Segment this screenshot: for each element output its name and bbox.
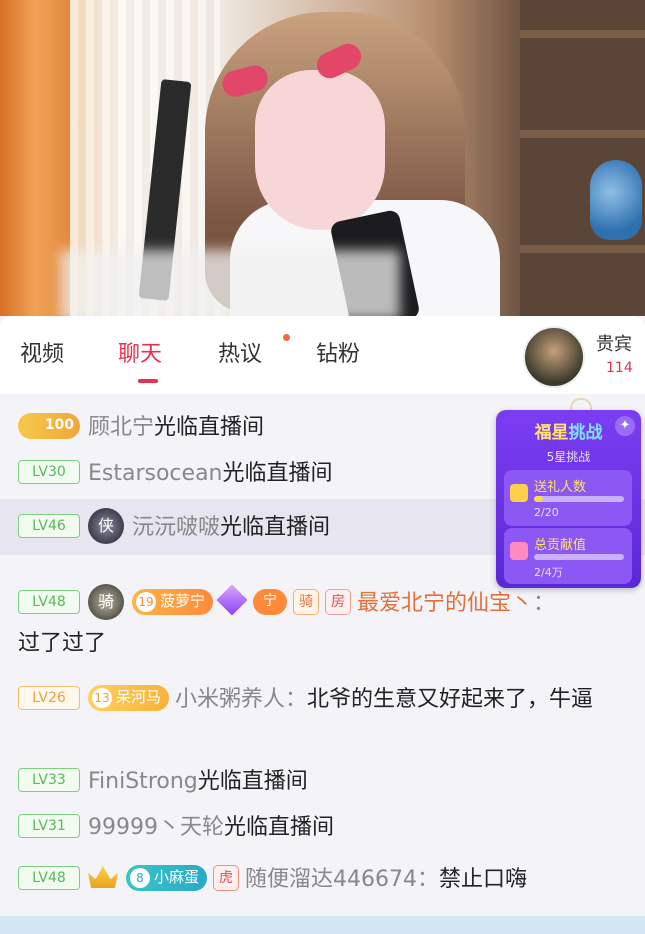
message-text: 禁止口嗨: [439, 867, 528, 892]
tiger-tag: 虎: [213, 865, 240, 891]
knight-shield-icon: 骑: [88, 584, 124, 620]
chat-message[interactable]: LV26 13 呆河马 小米粥养人：北爷的生意又好起来了，牛逼: [18, 680, 631, 720]
chat-message[interactable]: LV48 8 小麻蛋虎随便溜达446674：禁止口嗨: [18, 862, 631, 898]
level-badge: LV26: [18, 686, 80, 710]
username[interactable]: 随便溜达446674: [245, 867, 417, 892]
guest-avatar[interactable]: [523, 326, 585, 388]
message-text: 光临直播间: [197, 769, 308, 794]
bookshelf: [520, 0, 645, 316]
guest-count: 114: [606, 360, 633, 376]
guard-shield-icon: 侠: [88, 508, 124, 544]
tab-video[interactable]: 视频: [20, 336, 64, 368]
username[interactable]: Estarsocean: [88, 461, 223, 486]
level-badge: LV30: [18, 460, 80, 484]
fan-level: 8: [130, 868, 150, 888]
tab-bar: 视频 聊天 热议 钻粉 贵宾 114: [0, 316, 645, 394]
tab-diamond-fans[interactable]: 钻粉: [316, 336, 360, 368]
level-badge: LV48: [18, 590, 80, 614]
house-manager-tag: 房: [325, 589, 352, 615]
username[interactable]: 最爱北宁的仙宝丶: [357, 591, 533, 616]
trophy-icon: [510, 484, 528, 502]
fan-badge: 19 菠萝宁: [132, 589, 214, 615]
message-text: 光临直播间: [224, 815, 335, 840]
message-text: 北爷的生意又好起来了，牛逼: [307, 687, 594, 712]
progress-fill: [534, 496, 543, 502]
challenge-subtitle: 5星挑战: [546, 450, 591, 464]
level-badge: LV48: [18, 866, 80, 890]
challenge-item-value: 2/20: [534, 506, 559, 519]
room-tag: 宁: [253, 589, 288, 615]
tab-chat[interactable]: 聊天: [118, 336, 162, 368]
challenge-item-value: 2/4万: [534, 566, 563, 579]
level-badge: LV31: [18, 814, 80, 838]
message-text: 过了过了: [18, 631, 107, 656]
fan-club-name: 菠萝宁: [160, 592, 206, 610]
username[interactable]: FiniStrong: [88, 769, 198, 794]
gem-icon: [216, 584, 248, 616]
username[interactable]: 99999丶天轮: [88, 815, 224, 840]
username[interactable]: 小米粥养人: [175, 687, 285, 712]
progress-bar: [534, 554, 624, 560]
bottom-strip: [0, 916, 645, 934]
fan-club-name: 小麻蛋: [154, 868, 200, 886]
message-text: 光临直播间: [222, 461, 333, 486]
active-tab-indicator: [138, 379, 158, 383]
coin-badge: 100: [18, 413, 80, 439]
shelf-board: [520, 245, 645, 253]
challenge-item: 总贡献值 2/4万: [504, 528, 632, 584]
challenge-item: 送礼人数 2/20: [504, 470, 632, 526]
knight-tag: 骑: [293, 589, 320, 615]
level-badge: LV46: [18, 514, 80, 538]
fan-level: 19: [136, 592, 156, 612]
shelf-board: [520, 30, 645, 38]
close-icon[interactable]: ✦: [615, 416, 635, 436]
chat-message[interactable]: LV33 FiniStrong光临直播间: [18, 764, 631, 800]
fan-level: 13: [92, 688, 112, 708]
fan-badge: 8 小麻蛋: [126, 865, 208, 891]
star-challenge-widget[interactable]: 福星挑战 ✦ 5星挑战 送礼人数 2/20 总贡献值 2/4万: [496, 410, 641, 588]
guest-label[interactable]: 贵宾: [596, 330, 632, 356]
message-text: 光临直播间: [154, 415, 265, 440]
gift-icon: [510, 542, 528, 560]
message-text: 光临直播间: [220, 515, 331, 540]
notification-dot: [283, 334, 290, 341]
challenge-item-label: 总贡献值: [534, 538, 587, 553]
colon: ：: [533, 591, 556, 616]
chat-message[interactable]: LV48 骑 19 菠萝宁宁骑房最爱北宁的仙宝丶： 过了过了: [18, 584, 631, 664]
challenge-item-label: 送礼人数: [534, 480, 587, 495]
blurred-area: [60, 250, 400, 316]
level-badge: LV33: [18, 768, 80, 792]
fan-badge: 13 呆河马: [88, 685, 170, 711]
tab-discussion[interactable]: 热议: [218, 336, 262, 368]
chat-message[interactable]: LV31 99999丶天轮光临直播间: [18, 810, 631, 846]
fan-club-name: 呆河马: [116, 688, 162, 706]
shelf-board: [520, 130, 645, 138]
progress-bar: [534, 496, 624, 502]
blue-vase: [590, 160, 642, 240]
streamer-face: [255, 70, 385, 230]
colon: ：: [417, 867, 440, 892]
crown-icon: [88, 866, 118, 888]
live-video[interactable]: [0, 0, 645, 316]
colon: ：: [285, 687, 308, 712]
username[interactable]: 顾北宁: [88, 415, 154, 440]
username[interactable]: 沅沅啵啵: [132, 515, 220, 540]
